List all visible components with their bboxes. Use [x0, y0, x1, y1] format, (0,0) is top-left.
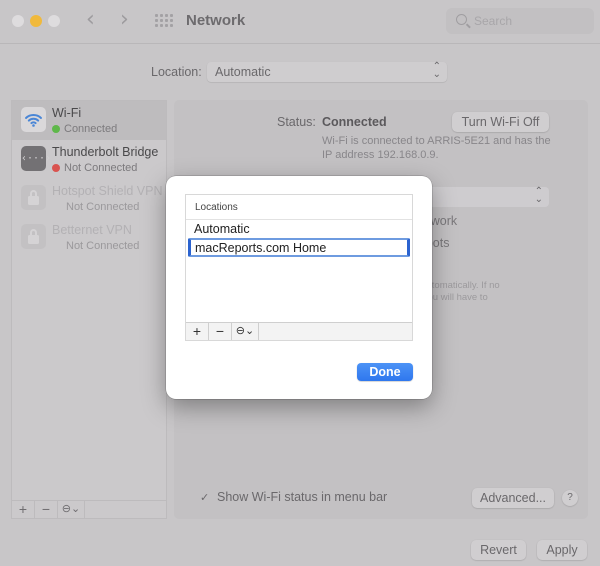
forward-chevron-icon[interactable]: › [120, 9, 129, 31]
show-wifi-status-label: Show Wi-Fi status in menu bar [217, 490, 388, 504]
lock-icon [21, 224, 46, 249]
updown-arrows-icon: ⌃ ⌄ [534, 186, 543, 205]
service-hotspot-shield-vpn[interactable]: Hotspot Shield VPN Not Connected [12, 179, 166, 218]
location-name-input[interactable] [188, 238, 410, 257]
zoom-window-button[interactable] [48, 15, 60, 27]
service-status: Not Connected [66, 240, 140, 252]
minimize-window-button[interactable] [30, 15, 42, 27]
show-all-grid-icon[interactable] [155, 14, 173, 27]
service-name: Thunderbolt Bridge [52, 145, 159, 159]
status-label: Status: [277, 115, 316, 129]
revert-button[interactable]: Revert [471, 540, 526, 560]
location-action-menu-button[interactable]: ⊖⌄ [232, 323, 259, 340]
search-icon [456, 14, 467, 25]
service-betternet-vpn[interactable]: Betternet VPN Not Connected [12, 218, 166, 257]
add-location-button[interactable]: + [186, 323, 209, 340]
help-button[interactable]: ? [562, 490, 578, 506]
locations-table: Locations Automatic + − ⊖⌄ [185, 194, 413, 341]
status-dot-green-icon [52, 124, 60, 133]
status-dot-red-icon [52, 163, 60, 172]
search-placeholder: Search [474, 14, 513, 28]
service-status: Not Connected [52, 162, 137, 174]
updown-arrows-icon: ⌃ ⌄ [432, 61, 441, 80]
remove-location-button[interactable]: − [209, 323, 232, 340]
add-service-button[interactable]: + [12, 501, 35, 518]
edit-locations-sheet: Locations Automatic + − ⊖⌄ Done [166, 176, 432, 399]
location-row[interactable]: Automatic [194, 222, 250, 236]
location-value: Automatic [215, 65, 271, 79]
apply-button[interactable]: Apply [537, 540, 587, 560]
service-status-text: Not Connected [64, 162, 138, 174]
turn-wifi-off-button[interactable]: Turn Wi-Fi Off [452, 112, 549, 132]
service-name: Hotspot Shield VPN [52, 184, 163, 198]
service-action-menu-button[interactable]: ⊖⌄ [58, 501, 85, 518]
locations-table-header: Locations [186, 195, 412, 220]
service-list-footer: + − ⊖⌄ [12, 500, 166, 518]
wifi-icon [21, 107, 46, 132]
done-button[interactable]: Done [357, 363, 413, 381]
search-field[interactable]: Search [446, 8, 594, 34]
close-window-button[interactable] [12, 15, 24, 27]
service-status: Connected [52, 123, 117, 135]
title-bar: ‹ › Network Search [0, 0, 600, 44]
service-status: Not Connected [66, 201, 140, 213]
location-label: Location: [151, 65, 202, 79]
advanced-button[interactable]: Advanced... [472, 488, 554, 508]
service-list: Wi-Fi Connected ‹···› Thunderbolt Bridge… [11, 100, 167, 519]
lock-icon [21, 185, 46, 210]
service-name: Betternet VPN [52, 223, 132, 237]
show-wifi-status-checkbox[interactable]: ✓ Show Wi-Fi status in menu bar [200, 490, 387, 504]
service-thunderbolt-bridge[interactable]: ‹···› Thunderbolt Bridge Not Connected [12, 140, 166, 179]
service-wifi[interactable]: Wi-Fi Connected [12, 101, 166, 140]
location-select[interactable]: Automatic ⌃ ⌄ [207, 62, 447, 82]
remove-service-button[interactable]: − [35, 501, 58, 518]
window-title: Network [186, 12, 246, 29]
checkmark-icon: ✓ [200, 491, 210, 504]
thunderbolt-bridge-icon: ‹···› [21, 146, 51, 171]
service-status-text: Connected [64, 123, 118, 135]
service-name: Wi-Fi [52, 106, 82, 120]
locations-table-footer: + − ⊖⌄ [186, 322, 412, 340]
status-description: Wi-Fi is connected to ARRIS-5E21 and has… [322, 135, 551, 161]
status-value: Connected [322, 115, 387, 129]
back-chevron-icon[interactable]: ‹ [86, 9, 95, 31]
